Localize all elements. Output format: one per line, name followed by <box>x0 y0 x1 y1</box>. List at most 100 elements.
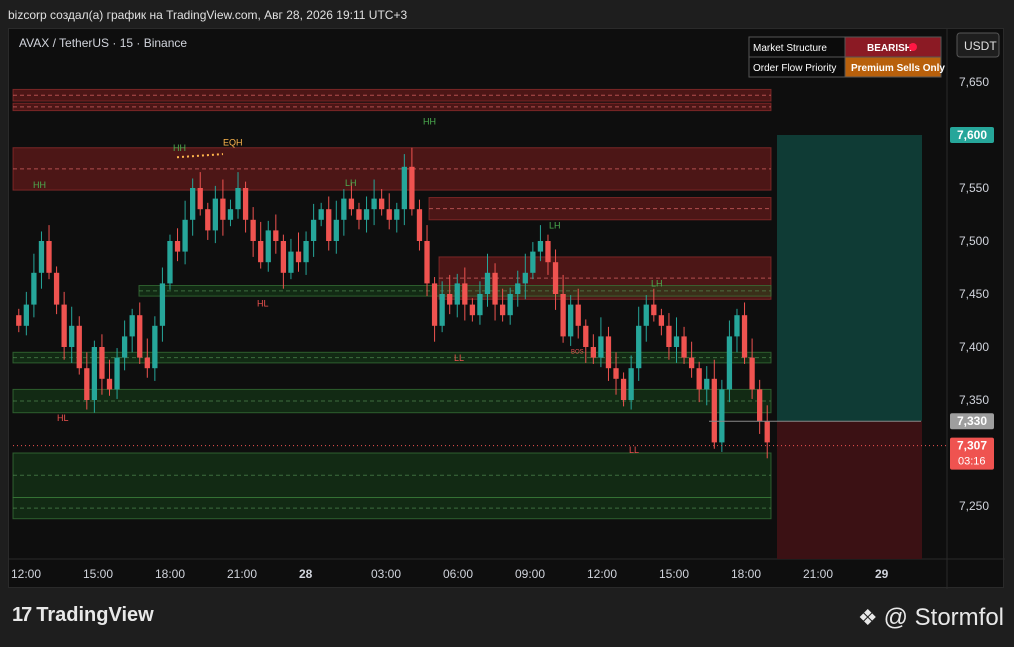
candle-body <box>409 166 415 210</box>
candle-body <box>431 283 438 326</box>
candle-body <box>341 198 347 220</box>
candle-body <box>628 368 634 400</box>
candle-body <box>250 219 256 241</box>
tradingview-logo-text: TradingView <box>36 604 154 626</box>
candle-body <box>220 198 226 220</box>
y-tick-label: 7,250 <box>959 499 989 513</box>
bearish-status-dot-icon <box>909 43 917 51</box>
candle-body <box>114 357 120 390</box>
candle-body <box>575 304 581 326</box>
candle-body <box>764 421 770 443</box>
candle-body <box>394 209 400 220</box>
structure-label: HH <box>423 116 436 126</box>
candle-body <box>590 347 596 358</box>
candle-body <box>227 209 234 220</box>
x-tick-label: 15:00 <box>83 567 113 581</box>
candle-body <box>537 241 544 252</box>
candle-body <box>174 241 181 252</box>
candle-body <box>46 241 52 273</box>
x-tick-label: 18:00 <box>731 567 761 581</box>
candle-body <box>348 198 355 210</box>
candle-body <box>333 219 339 241</box>
candle-body <box>681 336 687 358</box>
candle-body <box>295 251 302 263</box>
structure-label: HL <box>57 413 69 423</box>
candle-body <box>462 283 468 305</box>
candle-body <box>386 209 392 220</box>
candle-body <box>734 315 740 337</box>
candle-body <box>197 188 203 210</box>
candle-body <box>288 251 294 273</box>
currency-button-label: USDT <box>964 39 997 53</box>
target-price-badge: 7,600 <box>957 128 987 142</box>
candle-body <box>704 378 710 390</box>
candle-body <box>620 378 627 400</box>
candle-body <box>38 241 45 273</box>
x-tick-label: 28 <box>299 567 313 581</box>
structure-label: HL <box>257 299 269 309</box>
candle-body <box>636 325 642 369</box>
structure-label: LL <box>454 353 464 363</box>
candle-body <box>212 198 218 231</box>
tradingview-mark-icon: 17 <box>12 604 32 626</box>
stop-zone-box <box>777 421 922 559</box>
chart-header: bizcorp создал(а) график на TradingView.… <box>0 0 1014 28</box>
candle-body <box>167 241 173 284</box>
candle-body <box>182 219 188 252</box>
candle-body <box>673 336 680 347</box>
candle-body <box>379 198 385 210</box>
candle-body <box>696 368 702 390</box>
candle-body <box>280 241 287 273</box>
candle-body <box>99 347 105 379</box>
candle-body <box>530 251 536 273</box>
candle-body <box>749 357 755 390</box>
candle-body <box>144 357 150 369</box>
candle-body <box>522 272 528 284</box>
candle-body <box>303 241 309 263</box>
chart-panel[interactable]: HH HH EQH HH LH LH LH HL HL LL LL BOS 7,650 7,600 7,55… <box>8 28 1005 589</box>
candle-body <box>424 241 430 284</box>
candle-body <box>152 325 158 369</box>
diamond-logo-icon: ❖ <box>857 605 878 630</box>
candle-body <box>91 347 98 400</box>
candle-body <box>613 368 619 379</box>
entry-price-badge: 7,330 <box>957 414 987 428</box>
candle-body <box>416 209 423 241</box>
info-table-value: BEARISH <box>867 43 912 54</box>
structure-label: HH <box>173 143 186 153</box>
candle-body <box>598 336 604 358</box>
last-price-badge: 7,307 <box>957 439 987 453</box>
x-tick-label: 18:00 <box>155 567 185 581</box>
structure-label: BOS <box>571 349 584 355</box>
candle-body <box>106 378 113 390</box>
structure-label: LH <box>345 178 357 188</box>
structure-label: HH <box>33 180 46 190</box>
structure-label: LH <box>651 279 663 289</box>
candle-body <box>605 336 612 369</box>
candle-body <box>356 209 362 220</box>
structure-label: EQH <box>223 138 243 148</box>
candle-body <box>137 315 143 358</box>
target-zone-box <box>777 135 922 422</box>
x-tick-label: 06:00 <box>443 567 473 581</box>
candle-body <box>658 315 665 326</box>
candle-body <box>23 304 29 326</box>
y-tick-label: 7,350 <box>959 393 989 407</box>
candlestick-chart[interactable]: HH HH EQH HH LH LH LH HL HL LL LL BOS 7,650 7,600 7,55… <box>9 29 1005 589</box>
x-tick-label: 03:00 <box>371 567 401 581</box>
bar-countdown: 03:16 <box>958 456 986 468</box>
candle-body <box>469 304 476 316</box>
candle-body <box>84 368 90 400</box>
info-table-value: Premium Sells Only <box>851 63 945 74</box>
x-tick-label: 15:00 <box>659 567 689 581</box>
x-tick-label: 12:00 <box>587 567 617 581</box>
candle-body <box>31 272 37 305</box>
structure-label: LL <box>629 445 639 455</box>
candle-body <box>121 336 128 358</box>
x-tick-label: 12:00 <box>11 567 41 581</box>
candle-body <box>190 188 196 220</box>
candle-body <box>129 315 135 337</box>
candle-body <box>326 209 332 241</box>
candle-body <box>666 325 672 347</box>
candle-body <box>447 294 453 305</box>
